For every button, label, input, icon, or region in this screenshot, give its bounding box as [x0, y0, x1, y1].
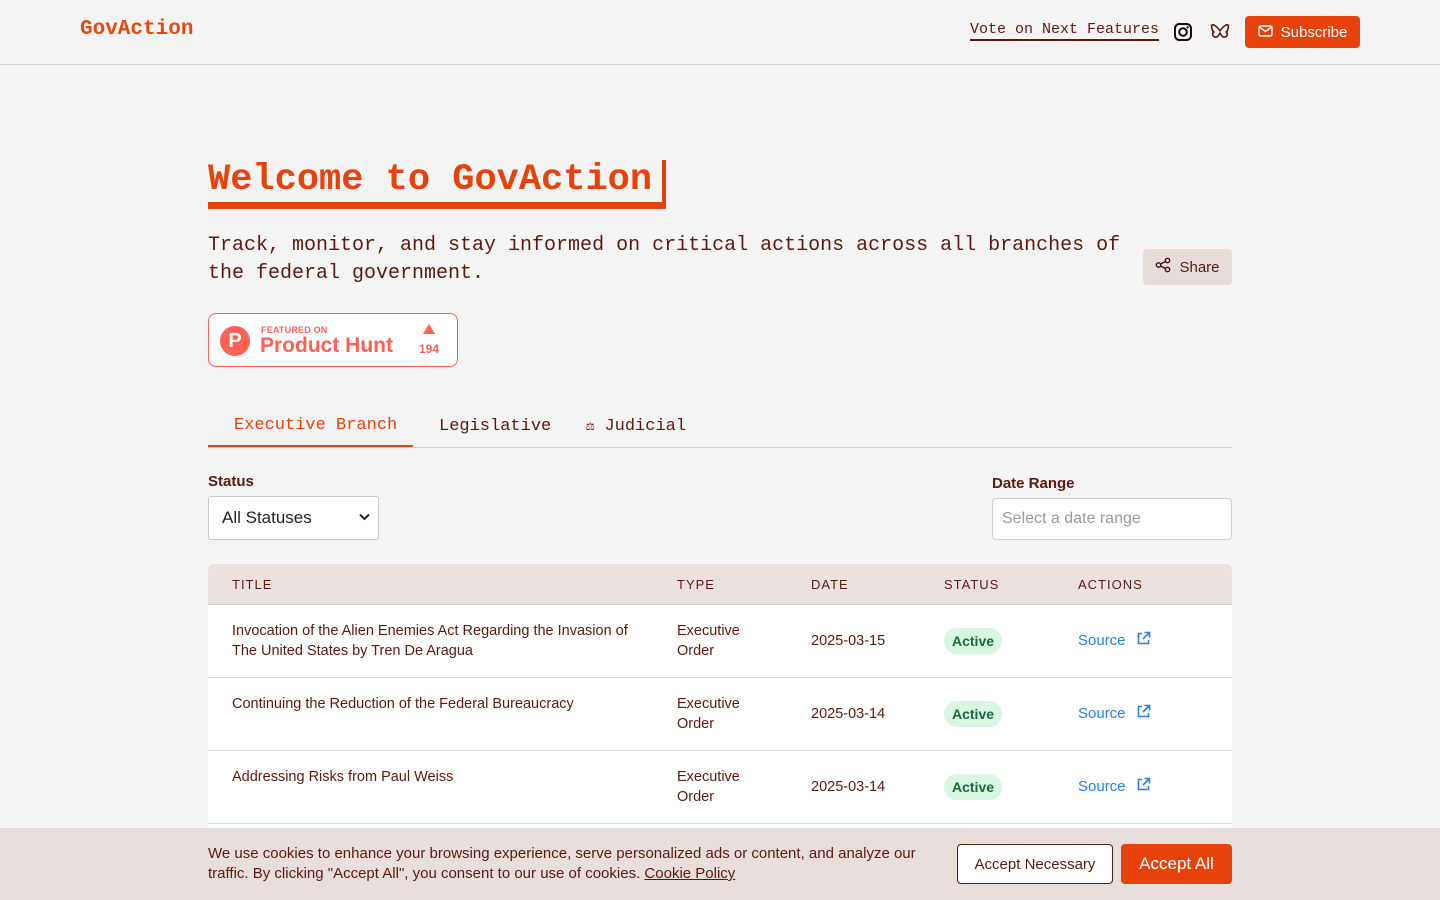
- cookie-text: We use cookies to enhance your browsing …: [208, 844, 938, 884]
- subscribe-button[interactable]: Subscribe: [1245, 16, 1360, 48]
- date-range-label: Date Range: [992, 475, 1075, 492]
- product-hunt-badge[interactable]: P FEATURED ON Product Hunt 194: [208, 313, 458, 367]
- subscribe-label: Subscribe: [1280, 23, 1348, 41]
- site-logo[interactable]: GovAction: [80, 18, 193, 41]
- share-icon: [1155, 257, 1171, 277]
- column-header-type: TYPE: [677, 577, 715, 592]
- chevron-down-icon: [359, 510, 370, 524]
- status-select[interactable]: All Statuses: [208, 496, 379, 540]
- status-filter-label: Status: [208, 473, 254, 490]
- column-header-status: STATUS: [944, 577, 1000, 592]
- table-header: TITLE TYPE DATE STATUS ACTIONS: [208, 564, 1232, 605]
- page-title: Welcome to GovAction: [208, 160, 667, 209]
- branch-tabs: Executive Branch Legislative ⚖ Judicial: [208, 405, 1232, 448]
- source-link[interactable]: Source: [1078, 704, 1151, 723]
- page-subtitle: Track, monitor, and stay informed on cri…: [208, 234, 1121, 285]
- status-badge: Active: [944, 701, 1003, 727]
- ph-name: Product Hunt: [260, 334, 393, 357]
- source-link[interactable]: Source: [1078, 631, 1151, 650]
- mail-icon: [1257, 24, 1273, 41]
- row-title: Addressing Risks from Paul Weiss: [232, 769, 454, 785]
- accept-necessary-button[interactable]: Accept Necessary: [957, 844, 1113, 884]
- row-type: Executive Order: [677, 769, 740, 805]
- upvote-arrow-icon: [423, 324, 435, 334]
- tab-label: Executive Branch: [234, 415, 398, 435]
- row-type: Executive Order: [677, 623, 740, 659]
- column-header-date: DATE: [811, 577, 849, 592]
- row-title: Continuing the Reduction of the Federal …: [232, 696, 574, 712]
- table-row: Invocation of the Alien Enemies Act Rega…: [208, 605, 1232, 678]
- source-link[interactable]: Source: [1078, 777, 1151, 796]
- top-nav: GovAction Vote on Next Features Subscrib…: [0, 0, 1440, 65]
- row-date: 2025-03-14: [811, 706, 886, 722]
- cookie-banner: We use cookies to enhance your browsing …: [0, 828, 1440, 900]
- column-header-actions: ACTIONS: [1078, 577, 1143, 592]
- share-label: Share: [1179, 258, 1220, 276]
- external-link-icon: [1136, 777, 1151, 796]
- source-label: Source: [1078, 778, 1126, 795]
- status-badge: Active: [944, 628, 1003, 654]
- ph-upvote-count: 194: [418, 342, 440, 356]
- cookie-policy-link[interactable]: Cookie Policy: [644, 865, 735, 882]
- tab-executive-branch[interactable]: Executive Branch: [208, 405, 414, 447]
- date-range-input[interactable]: Select a date range: [992, 498, 1232, 540]
- tab-label: Legislative: [439, 417, 552, 436]
- external-link-icon: [1136, 631, 1151, 650]
- row-type: Executive Order: [677, 696, 740, 732]
- table-row: Continuing the Reduction of the Federal …: [208, 678, 1232, 751]
- tab-judicial[interactable]: ⚖ Judicial: [570, 405, 702, 448]
- row-title: Invocation of the Alien Enemies Act Rega…: [232, 623, 628, 659]
- scales-icon: ⚖: [586, 419, 595, 435]
- table-row: Addressing Risks from Paul Weiss Executi…: [208, 751, 1232, 824]
- external-link-icon: [1136, 704, 1151, 723]
- product-hunt-icon: P: [220, 326, 250, 356]
- status-select-value: All Statuses: [222, 508, 312, 527]
- instagram-icon[interactable]: [1172, 21, 1194, 43]
- source-label: Source: [1078, 632, 1126, 649]
- status-badge: Active: [944, 774, 1003, 800]
- accept-all-button[interactable]: Accept All: [1121, 844, 1232, 884]
- bluesky-icon[interactable]: [1209, 21, 1231, 43]
- cookie-message: We use cookies to enhance your browsing …: [208, 845, 916, 882]
- tab-legislative[interactable]: Legislative: [413, 405, 567, 448]
- source-label: Source: [1078, 705, 1126, 722]
- tab-label: Judicial: [604, 417, 687, 436]
- row-date: 2025-03-15: [811, 633, 886, 649]
- column-header-title: TITLE: [232, 577, 273, 592]
- vote-features-link[interactable]: Vote on Next Features: [970, 21, 1160, 41]
- row-date: 2025-03-14: [811, 779, 886, 795]
- share-button[interactable]: Share: [1143, 249, 1232, 285]
